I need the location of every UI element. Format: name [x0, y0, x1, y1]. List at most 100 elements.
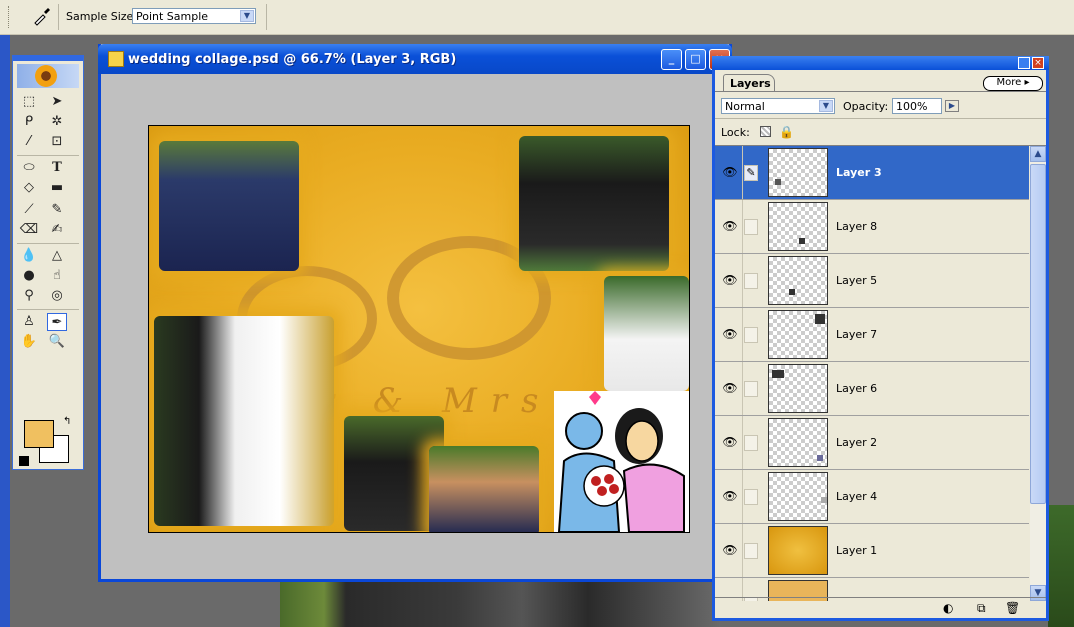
- layer-name: Layer 2: [836, 436, 878, 449]
- sample-size-value: Point Sample: [136, 10, 209, 23]
- layer-row[interactable]: 👁 Layer 5: [715, 254, 1029, 308]
- lock-transparency-icon[interactable]: [760, 126, 771, 137]
- opacity-value: 100%: [896, 100, 928, 113]
- layer-row[interactable]: 👁 Layer 4: [715, 470, 1029, 524]
- brush-tool-icon[interactable]: ⟋: [19, 201, 39, 219]
- chevron-down-icon[interactable]: ▼: [240, 10, 254, 22]
- palette-titlebar[interactable]: ×: [712, 56, 1049, 70]
- sponge-tool-icon[interactable]: ●: [19, 267, 39, 285]
- layer-name: Layer 6: [836, 382, 878, 395]
- layer-name: Layer 4: [836, 490, 878, 503]
- wedding-collage-image[interactable]: Mr & Mrs: [148, 125, 690, 533]
- chevron-right-icon[interactable]: ▶: [945, 100, 959, 112]
- eraser-tool-icon[interactable]: ⌫: [19, 221, 39, 239]
- bride-photo: [604, 276, 689, 391]
- eye-icon[interactable]: 👁: [718, 200, 743, 253]
- new-layer-icon[interactable]: ⧉: [977, 601, 986, 616]
- layers-footer: ◐ ⧉ 🗑: [715, 597, 1046, 618]
- eye-icon[interactable]: 👁: [718, 470, 743, 523]
- hand-tool-icon[interactable]: ✋: [19, 333, 39, 351]
- link-slot[interactable]: [744, 327, 758, 343]
- eye-icon[interactable]: 👁: [718, 362, 743, 415]
- swap-colors-icon[interactable]: ↰: [63, 416, 71, 427]
- chevron-down-icon[interactable]: ▼: [819, 100, 833, 112]
- link-slot[interactable]: [744, 273, 758, 289]
- canvas-area[interactable]: Mr & Mrs: [101, 74, 729, 579]
- layer-name: Layer 3: [836, 166, 882, 179]
- eye-icon[interactable]: 👁: [718, 254, 743, 307]
- layer-row[interactable]: 👁 Layer 1: [715, 524, 1029, 578]
- eye-icon[interactable]: 👁: [718, 308, 743, 361]
- trash-icon[interactable]: 🗑: [1005, 601, 1020, 615]
- psd-file-icon: [108, 51, 124, 67]
- divider: [17, 155, 79, 156]
- gradient-tool-icon[interactable]: ▬: [47, 179, 67, 197]
- minimize-button[interactable]: _: [661, 49, 682, 70]
- crop-tool-icon[interactable]: ⊡: [47, 133, 67, 151]
- burn-tool-icon[interactable]: ⚲: [19, 287, 39, 305]
- layer-row[interactable]: 👁 Layer 2: [715, 416, 1029, 470]
- sharpen-tool-icon[interactable]: △: [47, 247, 67, 265]
- layer-thumbnail: [768, 418, 828, 467]
- layer-thumbnail: [768, 364, 828, 413]
- link-slot[interactable]: [744, 489, 758, 505]
- eye-icon[interactable]: 👁: [718, 146, 743, 199]
- smudge-tool-icon[interactable]: ☝: [47, 267, 67, 285]
- layer-name: Layer 8: [836, 220, 878, 233]
- brush-icon[interactable]: ✎: [744, 165, 758, 181]
- link-slot[interactable]: [744, 543, 758, 559]
- layer-name: Layer 1: [836, 544, 878, 557]
- shape-tool-icon[interactable]: ⬭: [19, 159, 39, 177]
- history-brush-tool-icon[interactable]: ✍: [47, 221, 67, 239]
- toolbar-separator: [266, 4, 267, 30]
- eyedropper-icon[interactable]: [32, 6, 52, 26]
- layers-palette: × Layers More ▸ Normal ▼ Opacity: 100% ▶…: [712, 56, 1049, 621]
- photoshop-logo[interactable]: [17, 64, 79, 88]
- layer-row[interactable]: 👁 Layer 7: [715, 308, 1029, 362]
- tools-palette: ⬚ ➤ ᑭ ✲ ⁄ ⊡ ⬭ T ◇ ▬ ⟋ ✎ ⌫ ✍ 💧 △ ● ☝ ⚲ ◎ …: [12, 55, 84, 470]
- blur-tool-icon[interactable]: 💧: [19, 247, 39, 265]
- opacity-label: Opacity:: [843, 100, 889, 113]
- lasso-tool-icon[interactable]: ᑭ: [19, 113, 39, 131]
- zoom-tool-icon[interactable]: 🔍: [47, 333, 67, 351]
- more-label: More: [996, 77, 1022, 88]
- stamp-tool-icon[interactable]: ♙: [19, 313, 39, 331]
- maximize-button[interactable]: □: [685, 49, 706, 70]
- sample-size-select[interactable]: Point Sample ▼: [132, 8, 256, 24]
- layer-row[interactable]: 👁 Layer 8: [715, 200, 1029, 254]
- blend-mode-select[interactable]: Normal ▼: [721, 98, 835, 114]
- bride-friend-photo: [429, 446, 539, 532]
- foreground-color-swatch[interactable]: [24, 420, 54, 448]
- scroll-up-icon[interactable]: ▲: [1030, 146, 1046, 162]
- tab-layers[interactable]: Layers: [723, 74, 775, 92]
- palette-minimize-button[interactable]: [1018, 57, 1030, 69]
- adjustment-layer-icon[interactable]: ◐: [943, 601, 953, 615]
- default-colors-icon[interactable]: [19, 456, 29, 466]
- magic-wand-tool-icon[interactable]: ✲: [47, 113, 67, 131]
- layer-row[interactable]: 👁 Layer 6: [715, 362, 1029, 416]
- more-menu-button[interactable]: More ▸: [983, 76, 1043, 91]
- lock-all-icon[interactable]: 🔒: [779, 125, 794, 139]
- pencil-tool-icon[interactable]: ✎: [47, 201, 67, 219]
- type-tool-icon[interactable]: T: [47, 159, 67, 177]
- dodge-tool-icon[interactable]: ◎: [47, 287, 67, 305]
- link-slot[interactable]: [744, 435, 758, 451]
- eyedropper-tool-icon[interactable]: ✒: [47, 313, 67, 331]
- link-slot[interactable]: [744, 381, 758, 397]
- link-slot[interactable]: [744, 219, 758, 235]
- eye-icon[interactable]: 👁: [718, 524, 743, 577]
- opacity-field[interactable]: 100% ▶: [892, 98, 959, 114]
- toolbar-grip[interactable]: [8, 6, 12, 28]
- layer-row[interactable]: 👁 ✎ Layer 3: [715, 146, 1029, 200]
- layer-thumbnail: [768, 310, 828, 359]
- paint-bucket-tool-icon[interactable]: ◇: [19, 179, 39, 197]
- layers-scrollbar[interactable]: ▲ ▼: [1030, 146, 1046, 601]
- slice-tool-icon[interactable]: ⁄: [19, 133, 39, 151]
- palette-close-button[interactable]: ×: [1032, 57, 1044, 69]
- divider: [17, 309, 79, 310]
- scrollbar-thumb[interactable]: [1030, 164, 1046, 504]
- marquee-tool-icon[interactable]: ⬚: [19, 93, 39, 111]
- document-titlebar[interactable]: wedding collage.psd @ 66.7% (Layer 3, RG…: [98, 44, 732, 74]
- move-tool-icon[interactable]: ➤: [47, 93, 67, 111]
- eye-icon[interactable]: 👁: [718, 416, 743, 469]
